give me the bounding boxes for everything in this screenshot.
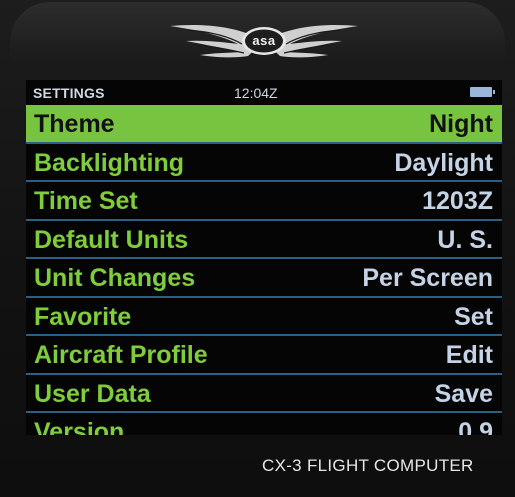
clock-readout: 12:04Z (234, 85, 278, 101)
menu-item-value: Per Screen (362, 264, 493, 292)
menu-item-value: Set (454, 302, 493, 331)
menu-item-value: 0.9 (458, 418, 493, 435)
device-model-label: CX-3 FLIGHT COMPUTER (262, 456, 474, 475)
menu-item-label: Unit Changes (34, 264, 196, 292)
menu-item-backlighting[interactable]: Backlighting Daylight (26, 144, 502, 182)
menu-item-value: U. S. (437, 225, 493, 254)
screen-title: SETTINGS (33, 85, 105, 101)
menu-item-value: Night (429, 110, 493, 138)
menu-item-favorite[interactable]: Favorite Set (26, 298, 502, 336)
menu-item-value: Daylight (394, 148, 493, 177)
menu-item-label: Default Units (34, 225, 189, 254)
menu-item-time-set[interactable]: Time Set 1203Z (26, 182, 502, 221)
menu-item-label: Backlighting (34, 148, 185, 177)
flight-computer-device: asa SETTINGS 12:04Z Theme Night Backligh… (0, 0, 515, 497)
menu-item-label: Theme (34, 110, 115, 138)
menu-item-value: Edit (445, 341, 493, 369)
device-screen: SETTINGS 12:04Z Theme Night Backlighting… (26, 80, 502, 435)
menu-item-theme[interactable]: Theme Night (26, 105, 502, 144)
battery-full-icon (470, 87, 495, 97)
menu-item-user-data[interactable]: User Data Save (26, 375, 502, 413)
menu-item-value: Save (434, 379, 493, 408)
menu-item-version[interactable]: Version 0.9 (26, 413, 502, 435)
settings-menu: Theme Night Backlighting Daylight Time S… (26, 105, 502, 435)
status-bar: SETTINGS 12:04Z (26, 80, 502, 104)
menu-item-label: User Data (34, 379, 151, 408)
menu-item-label: Version (34, 418, 125, 435)
menu-item-label: Favorite (34, 302, 132, 331)
menu-item-unit-changes[interactable]: Unit Changes Per Screen (26, 259, 502, 298)
menu-item-label: Time Set (34, 187, 138, 215)
menu-item-aircraft-profile[interactable]: Aircraft Profile Edit (26, 336, 502, 375)
menu-item-value: 1203Z (422, 187, 493, 215)
logo-text: asa (252, 33, 276, 48)
menu-item-label: Aircraft Profile (34, 341, 208, 369)
menu-item-default-units[interactable]: Default Units U. S. (26, 221, 502, 259)
asa-wings-logo: asa (168, 18, 360, 64)
